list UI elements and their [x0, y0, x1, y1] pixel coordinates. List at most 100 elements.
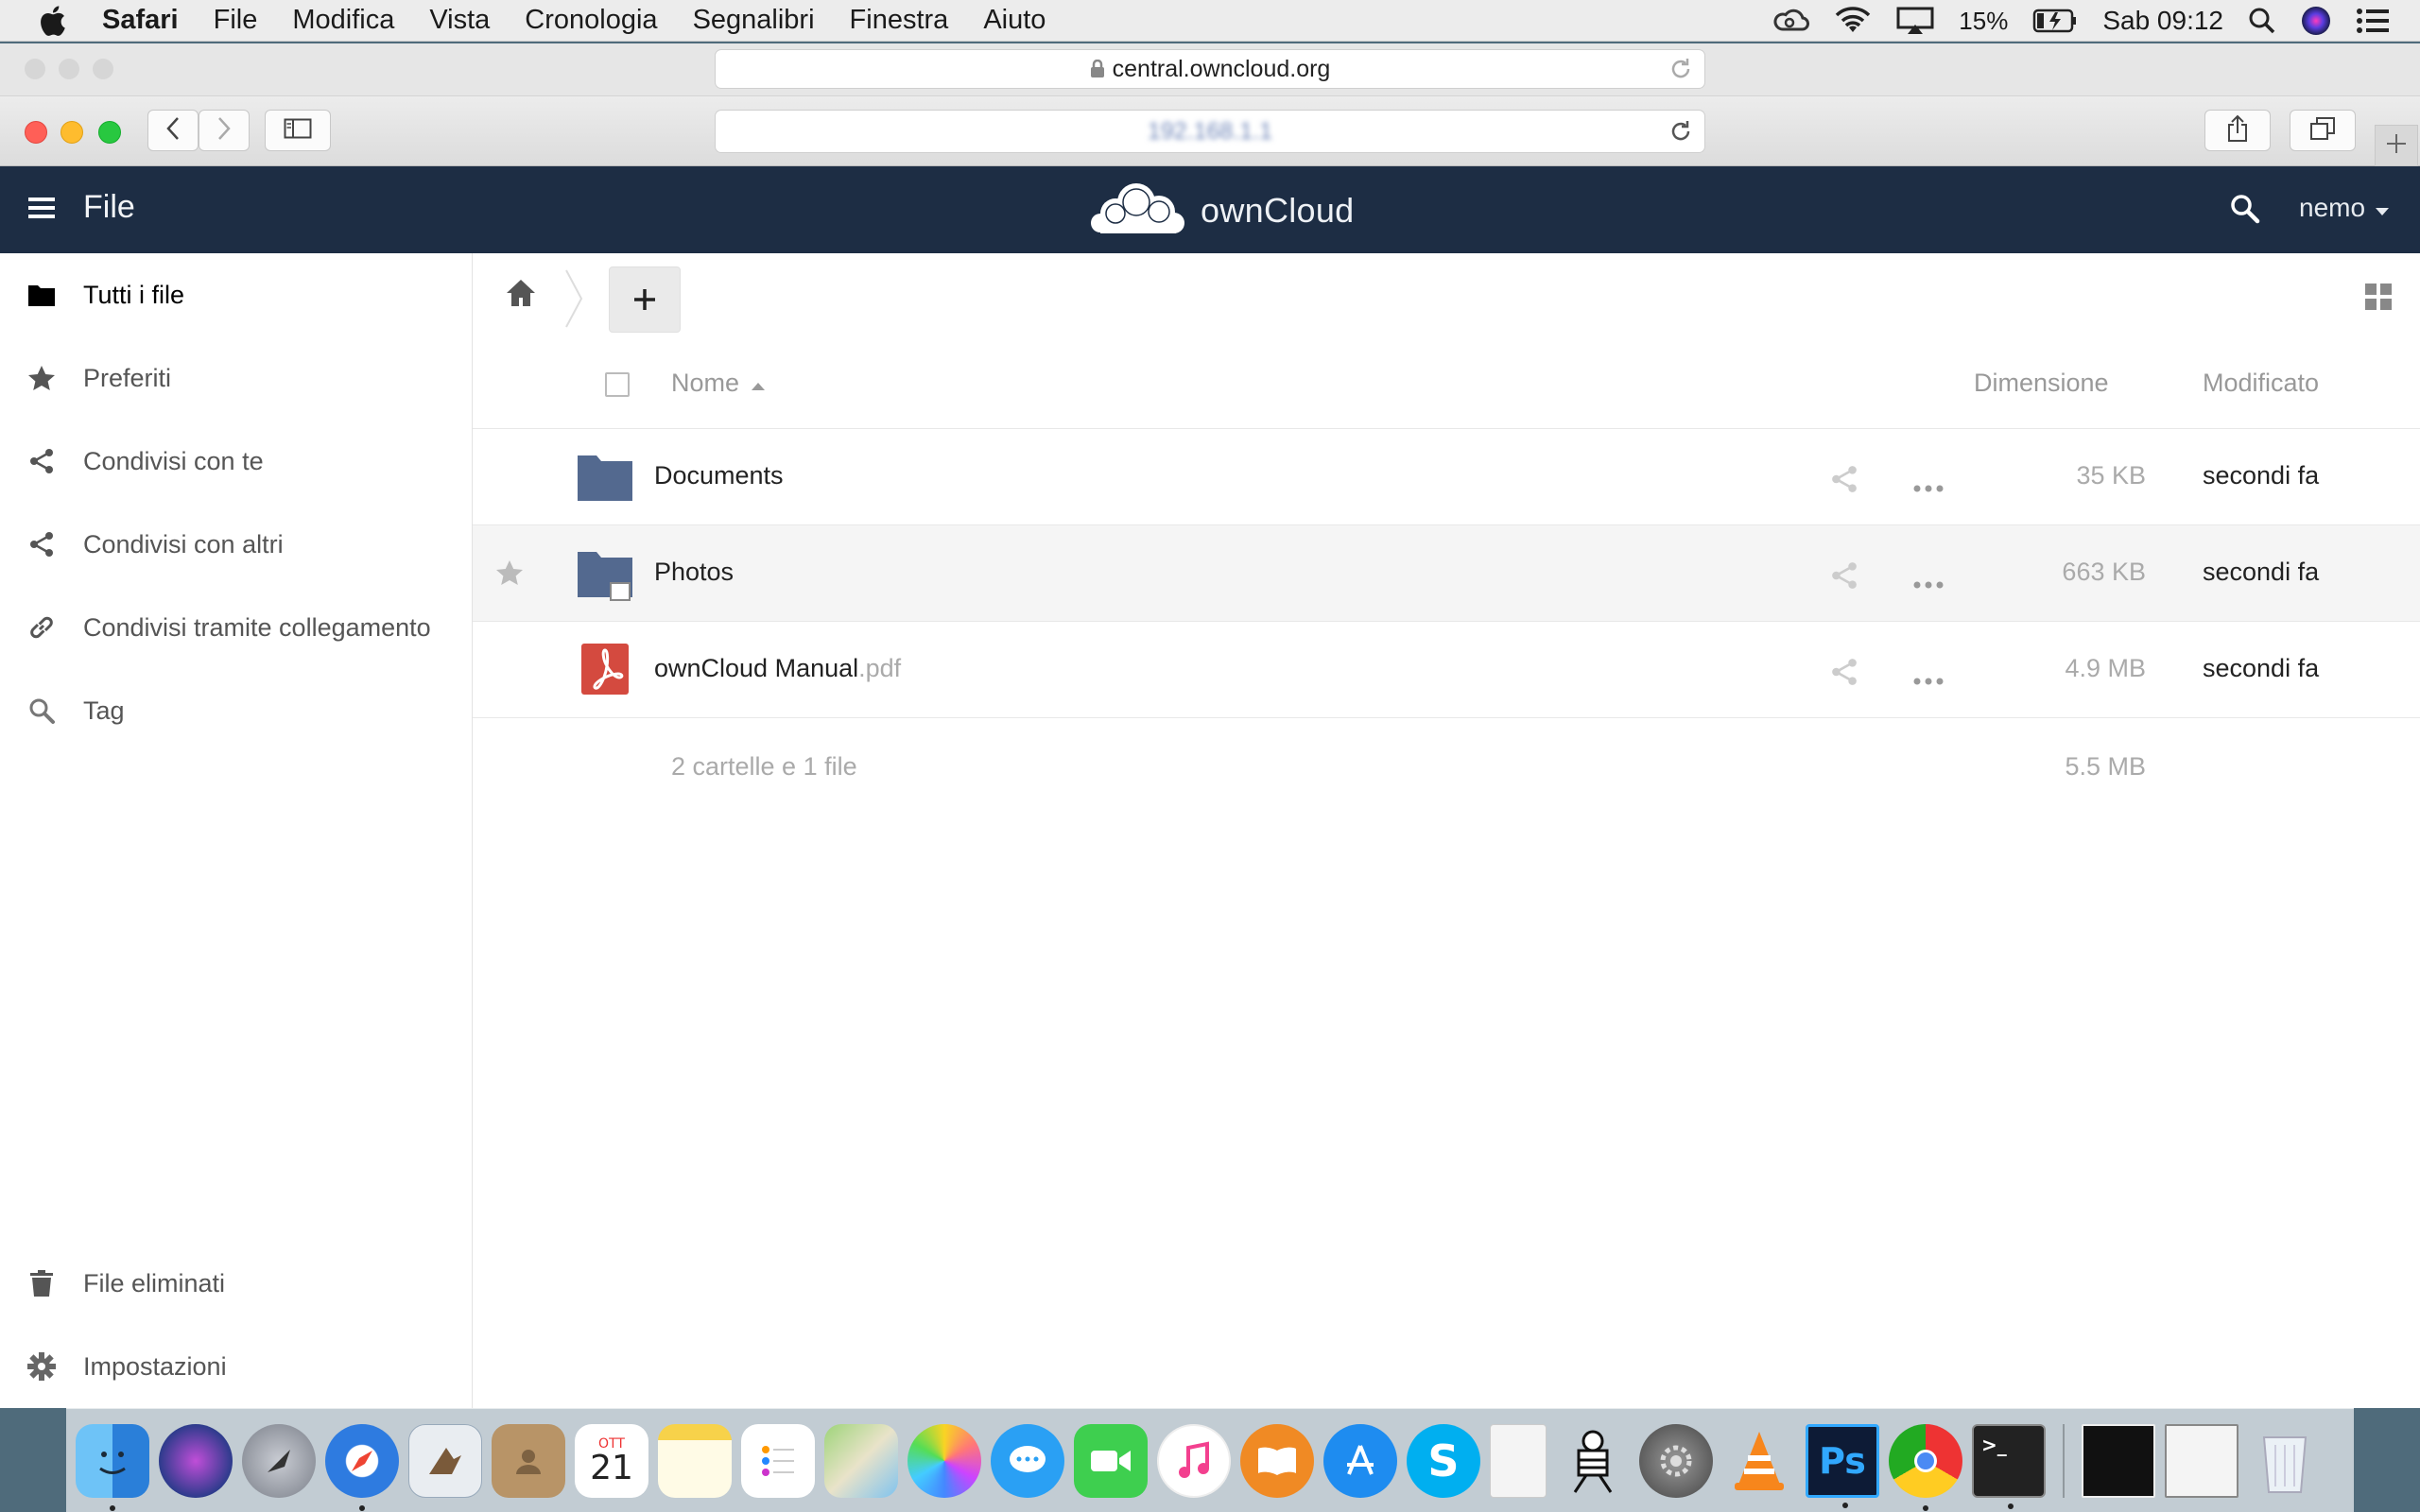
close-button-inactive[interactable]: [25, 59, 45, 79]
share-icon: [0, 531, 83, 558]
sidebar-item-settings[interactable]: Impostazioni: [0, 1325, 472, 1408]
new-tab-button[interactable]: [2375, 125, 2418, 166]
grid-view-icon[interactable]: [2363, 282, 2394, 317]
dock-photos-icon[interactable]: [908, 1423, 981, 1498]
sidebar-item-label: Impostazioni: [83, 1351, 227, 1381]
owncloud-logo[interactable]: ownCloud: [1087, 180, 1355, 241]
dock-facetime-icon[interactable]: [1074, 1423, 1148, 1498]
forward-button[interactable]: [199, 110, 250, 151]
dock-chrome-icon[interactable]: [1889, 1423, 1962, 1511]
airplay-icon[interactable]: [1896, 7, 1934, 35]
notification-center-icon[interactable]: [2356, 7, 2390, 35]
table-row[interactable]: ownCloud Manual.pdf 4.9 MB secondi fa: [473, 622, 2420, 718]
dock-vlc-icon[interactable]: [1722, 1424, 1796, 1498]
apple-icon[interactable]: [38, 5, 70, 37]
menu-modifica[interactable]: Modifica: [292, 5, 394, 36]
menu-finestra[interactable]: Finestra: [850, 5, 949, 36]
sidebar-item-shared-with-you[interactable]: Condivisi con te: [0, 420, 472, 503]
dock-document-icon[interactable]: [1490, 1423, 1547, 1498]
sidebar-item-shared-by-link[interactable]: Condivisi tramite collegamento: [0, 586, 472, 669]
dock-siri-icon[interactable]: [159, 1423, 233, 1498]
sidebar-item-label: Preferiti: [83, 363, 172, 392]
search-icon[interactable]: [2229, 193, 2261, 230]
tabs-overview-button[interactable]: [2290, 110, 2356, 151]
share-icon[interactable]: [1830, 658, 1858, 693]
column-size[interactable]: Dimensione: [1974, 369, 2109, 398]
share-button[interactable]: [2204, 110, 2271, 151]
user-menu[interactable]: nemo: [2299, 193, 2390, 223]
hamburger-menu-icon[interactable]: [26, 195, 57, 226]
dock-finder-icon[interactable]: [76, 1423, 149, 1511]
background-address-bar[interactable]: central.owncloud.org: [715, 49, 1705, 89]
dock-reminders-icon[interactable]: [741, 1423, 815, 1498]
wifi-icon[interactable]: [1834, 7, 1872, 35]
dock-itunes-icon[interactable]: [1157, 1423, 1231, 1498]
dock-trash-icon[interactable]: [2248, 1424, 2322, 1498]
battery-icon[interactable]: [2032, 9, 2078, 33]
reload-icon[interactable]: [1668, 119, 1693, 150]
sidebar-item-favorites[interactable]: Preferiti: [0, 336, 472, 420]
siri-icon[interactable]: [2301, 6, 2331, 36]
menu-file[interactable]: File: [214, 5, 258, 36]
file-name[interactable]: Documents: [654, 461, 784, 490]
dock-maps-icon[interactable]: [824, 1423, 898, 1498]
dock-scanned-document-icon[interactable]: [2082, 1423, 2155, 1498]
dock-messages-icon[interactable]: [991, 1423, 1064, 1498]
sidebar-item-tags[interactable]: Tag: [0, 669, 472, 752]
background-browser-window: central.owncloud.org: [0, 43, 2420, 96]
dock-app-store-icon[interactable]: [1323, 1423, 1397, 1498]
dock-launchpad-icon[interactable]: [242, 1423, 316, 1498]
minimize-button-inactive[interactable]: [59, 59, 79, 79]
sidebar-item-shared-with-others[interactable]: Condivisi con altri: [0, 503, 472, 586]
dock-safari-icon[interactable]: [325, 1423, 399, 1511]
sidebar-toggle-button[interactable]: [265, 110, 331, 151]
creative-cloud-icon[interactable]: [1773, 7, 1810, 35]
dock-ibooks-icon[interactable]: [1240, 1423, 1314, 1498]
address-bar[interactable]: 192.168.1.1: [715, 110, 1705, 153]
file-name[interactable]: Photos: [654, 558, 734, 587]
dock-keyboard-app-icon[interactable]: [1556, 1424, 1630, 1498]
battery-percent: 15%: [1959, 6, 2009, 35]
menu-vista[interactable]: Vista: [429, 5, 490, 36]
more-actions-icon[interactable]: [1913, 471, 1944, 500]
chevron-right-icon: [216, 116, 232, 146]
menu-app-name[interactable]: Safari: [102, 5, 179, 36]
reload-icon[interactable]: [1668, 57, 1693, 88]
close-button[interactable]: [25, 121, 47, 144]
dock-skype-icon[interactable]: S: [1407, 1423, 1480, 1498]
table-row[interactable]: Photos 663 KB secondi fa: [473, 525, 2420, 622]
table-row[interactable]: Documents 35 KB secondi fa: [473, 429, 2420, 525]
dock-system-preferences-icon[interactable]: [1639, 1423, 1713, 1498]
menu-aiuto[interactable]: Aiuto: [983, 5, 1046, 36]
dock-calendar-icon[interactable]: OTT 21: [575, 1423, 648, 1498]
new-file-button[interactable]: [609, 266, 681, 333]
more-actions-icon[interactable]: [1913, 663, 1944, 693]
menu-cronologia[interactable]: Cronologia: [525, 5, 657, 36]
column-modified[interactable]: Modificato: [2203, 369, 2319, 398]
dock-photoshop-icon[interactable]: Ps: [1806, 1423, 1879, 1508]
sidebar-item-all-files[interactable]: Tutti i file: [0, 253, 472, 336]
share-icon[interactable]: [1830, 465, 1858, 500]
file-name[interactable]: ownCloud Manual.pdf: [654, 654, 901, 683]
more-actions-icon[interactable]: [1913, 567, 1944, 596]
dock-terminal-icon[interactable]: >_: [1972, 1423, 2046, 1509]
dock-notes-icon[interactable]: [658, 1423, 732, 1498]
dock-screenshot-icon[interactable]: [2165, 1423, 2238, 1498]
menu-segnalibri[interactable]: Segnalibri: [693, 5, 815, 36]
dock-mail-icon[interactable]: [408, 1423, 482, 1498]
dock-contacts-icon[interactable]: [492, 1423, 565, 1498]
zoom-button[interactable]: [98, 121, 121, 144]
home-icon[interactable]: [505, 278, 537, 313]
app-title[interactable]: File: [83, 189, 135, 226]
select-all-checkbox[interactable]: [605, 372, 630, 397]
spotlight-icon[interactable]: [2248, 7, 2276, 35]
zoom-button-inactive[interactable]: [93, 59, 113, 79]
back-button[interactable]: [147, 110, 199, 151]
column-name[interactable]: Nome: [671, 369, 766, 398]
minimize-button[interactable]: [60, 121, 83, 144]
clock[interactable]: Sab 09:12: [2102, 6, 2223, 36]
favorite-star-icon[interactable]: [495, 559, 524, 593]
share-icon[interactable]: [1830, 561, 1858, 596]
current-url: 192.168.1.1: [1147, 117, 1273, 145]
sidebar-item-deleted-files[interactable]: File eliminati: [0, 1242, 472, 1325]
